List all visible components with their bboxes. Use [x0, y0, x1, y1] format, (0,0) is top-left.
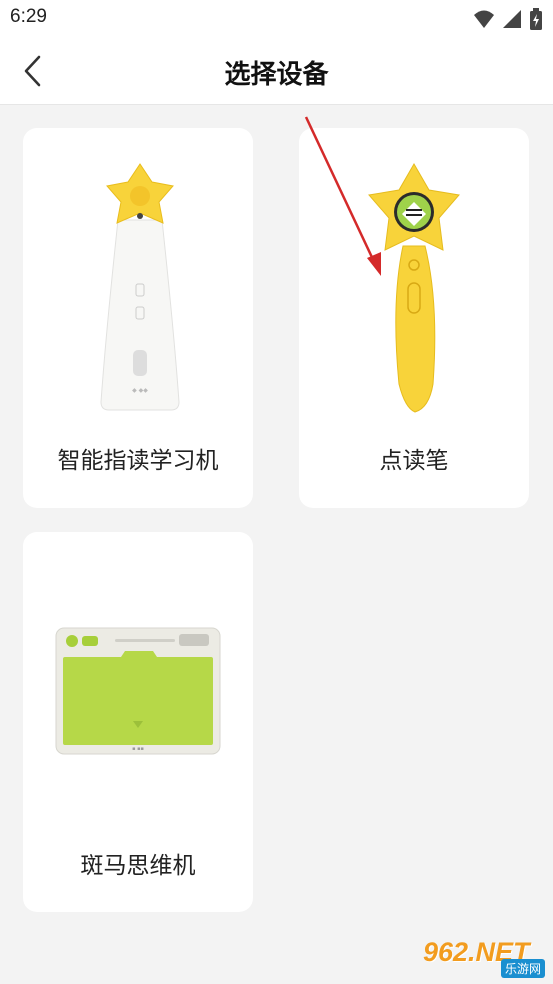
watermark-logo: 962.NET 乐游网	[415, 936, 547, 978]
annotation-arrow	[304, 116, 381, 276]
watermark-sub: 乐游网	[500, 959, 545, 978]
